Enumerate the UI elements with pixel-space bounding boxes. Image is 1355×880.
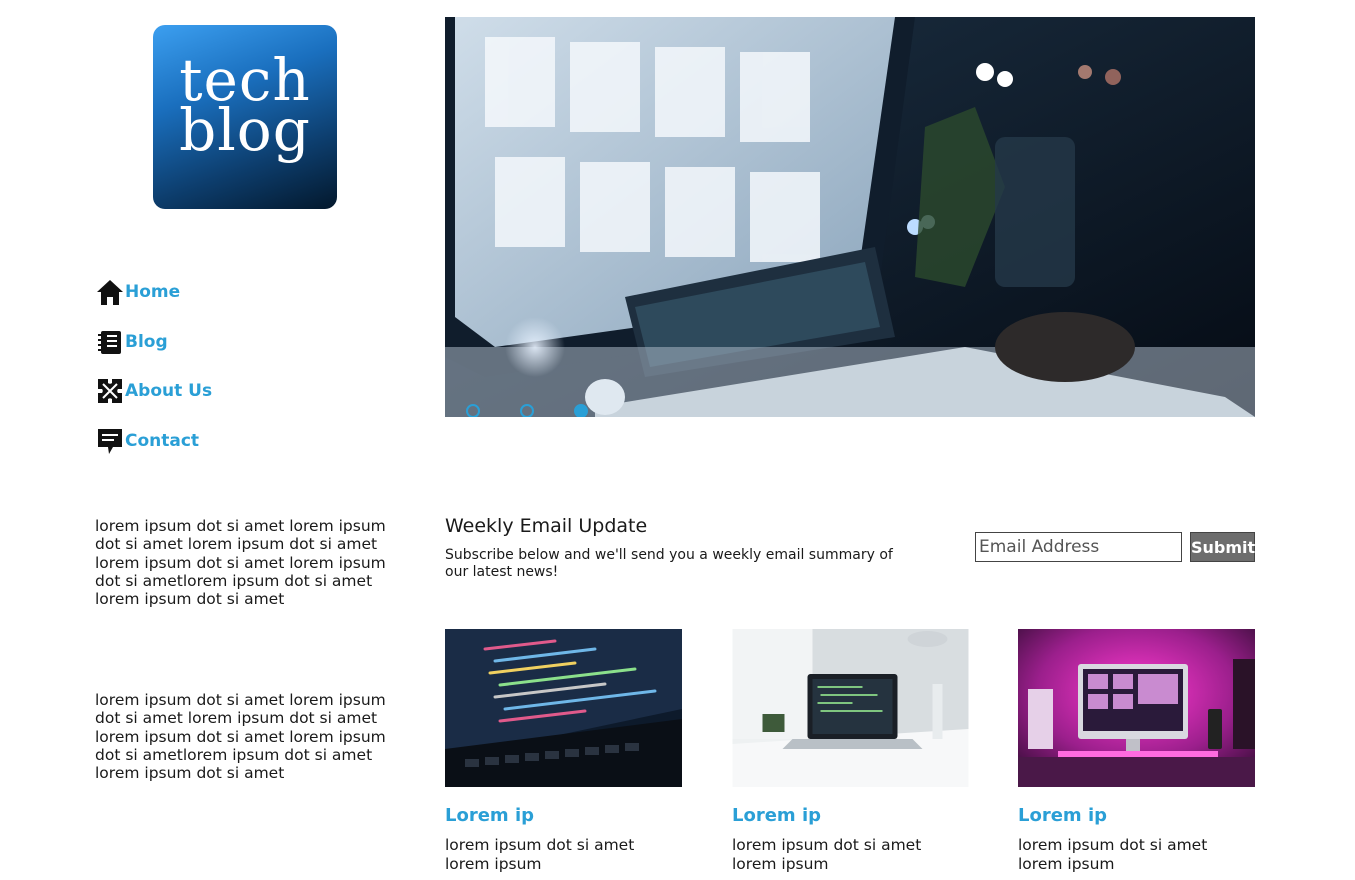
blog-card-2: Lorem ip lorem ipsum dot si amet lorem i… — [732, 629, 969, 874]
nav-label-blog: Blog — [125, 332, 168, 352]
puzzle-icon — [95, 376, 125, 406]
card-text-2: lorem ipsum dot si amet lorem ipsum — [732, 836, 922, 873]
card-title-1[interactable]: Lorem ip — [445, 805, 682, 826]
nav-item-home[interactable]: Home — [95, 276, 180, 308]
site-logo[interactable]: tech blog — [153, 25, 337, 209]
hero-image — [445, 17, 1255, 417]
nav-label-home: Home — [125, 282, 181, 302]
newsletter-title: Weekly Email Update — [445, 515, 648, 537]
home-icon — [95, 277, 125, 307]
sidebar-paragraph-1: lorem ipsum dot si amet lorem ipsum dot … — [95, 517, 386, 609]
card-image-2[interactable] — [732, 629, 969, 787]
card-image-3[interactable] — [1018, 629, 1255, 787]
submit-button[interactable]: Submit — [1190, 532, 1255, 562]
carousel-dot-2[interactable] — [520, 404, 534, 417]
card-title-3[interactable]: Lorem ip — [1018, 805, 1255, 826]
carousel-dot-1[interactable] — [466, 404, 480, 417]
nav-label-contact: Contact — [125, 431, 200, 451]
carousel-dot-3[interactable] — [574, 404, 588, 417]
newsletter-description: Subscribe below and we'll send you a wee… — [445, 547, 893, 580]
card-image-1[interactable] — [445, 629, 682, 787]
card-text-1: lorem ipsum dot si amet lorem ipsum — [445, 836, 635, 873]
sidebar-paragraph-2: lorem ipsum dot si amet lorem ipsum dot … — [95, 691, 386, 783]
nav-item-about-us[interactable]: About Us — [95, 375, 212, 407]
blog-card-1: Lorem ip lorem ipsum dot si amet lorem i… — [445, 629, 682, 874]
hero-carousel[interactable] — [445, 17, 1255, 417]
blog-card-3: Lorem ip lorem ipsum dot si amet lorem i… — [1018, 629, 1255, 874]
card-title-2[interactable]: Lorem ip — [732, 805, 968, 826]
card-text-3: lorem ipsum dot si amet lorem ipsum — [1018, 836, 1208, 873]
logo-text-line2: blog — [179, 96, 311, 164]
notebook-icon — [95, 327, 125, 357]
nav-item-contact[interactable]: Contact — [95, 425, 199, 457]
message-icon — [95, 426, 125, 456]
email-input[interactable] — [975, 532, 1182, 562]
nav-label-about-us: About Us — [125, 381, 213, 401]
nav-item-blog[interactable]: Blog — [95, 326, 168, 358]
